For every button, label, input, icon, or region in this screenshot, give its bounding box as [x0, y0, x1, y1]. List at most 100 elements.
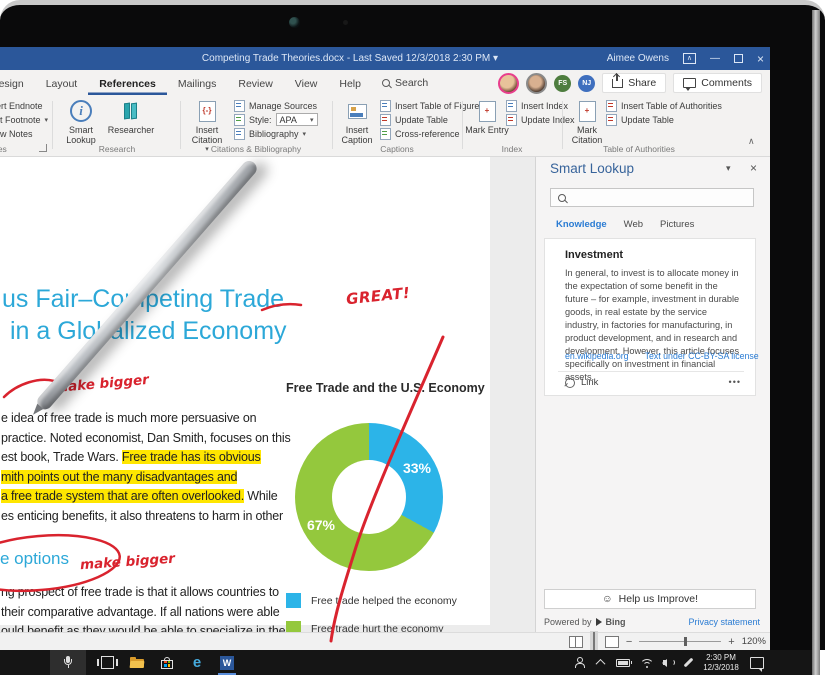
edge-button[interactable]: e [184, 650, 210, 675]
document-text-line: es enticing benefits, it also threatens … [1, 507, 291, 527]
group-separator [462, 101, 463, 149]
ribbon: Insert Endnote Next Footnote▾ Show Notes… [0, 96, 770, 157]
researcher-button[interactable]: Researcher [108, 98, 154, 135]
word-icon: W [220, 656, 234, 670]
insert-endnote-button[interactable]: Insert Endnote [0, 100, 48, 111]
pane-search-box[interactable] [550, 188, 754, 207]
license-link[interactable]: Text under CC-BY-SA license [645, 351, 759, 361]
minimize-button[interactable]: — [710, 53, 720, 64]
tab-mailings[interactable]: Mailings [167, 72, 228, 95]
people-icon [573, 657, 585, 668]
tab-design[interactable]: Design [0, 72, 35, 95]
avatar[interactable] [498, 73, 519, 94]
update-table-icon [380, 114, 391, 126]
microsoft-store-button[interactable] [154, 650, 180, 675]
windows-taskbar: e W 2:30 PM12/3/2018 [0, 650, 812, 675]
zoom-slider-thumb[interactable] [684, 637, 687, 646]
document-title[interactable]: Competing Trade Theories.docx - Last Sav… [140, 53, 560, 64]
web-layout-icon[interactable] [605, 636, 619, 648]
heading-line-2: in a Globalized Economy [10, 315, 287, 347]
slice-value-label: 67% [307, 517, 335, 533]
link-icon [563, 375, 577, 389]
help-us-improve-button[interactable]: ☺Help us Improve! [544, 589, 756, 609]
donut-hole [332, 460, 406, 534]
pane-dropdown-icon[interactable]: ▾ [726, 163, 731, 174]
avatar[interactable] [526, 73, 547, 94]
webcam [289, 17, 300, 28]
battery-icon [616, 659, 630, 667]
close-button[interactable]: × [757, 52, 764, 66]
avatar[interactable]: NJ [578, 75, 595, 92]
user-name[interactable]: Aimee Owens [607, 53, 669, 64]
footnotes-dialog-launcher[interactable] [39, 144, 47, 152]
tab-web[interactable]: Web [624, 219, 643, 230]
zoom-level[interactable]: 120% [742, 636, 766, 647]
pane-search-input[interactable] [571, 191, 735, 204]
pane-close-icon[interactable]: × [750, 161, 757, 175]
tab-pictures[interactable]: Pictures [660, 219, 694, 230]
print-layout-button[interactable] [590, 631, 598, 651]
people-button[interactable] [566, 650, 592, 675]
paragraph-2: ng prospect of free trade is that it all… [1, 583, 285, 632]
bibliography-button[interactable]: Bibliography▾ [234, 128, 318, 139]
mark-entry-button[interactable]: +Mark Entry [464, 98, 510, 135]
bibliography-icon [234, 128, 245, 140]
mark-citation-icon: + [579, 101, 596, 122]
more-options-icon[interactable]: ••• [729, 377, 741, 387]
collapse-ribbon-icon[interactable]: ∧ [748, 136, 755, 147]
next-footnote-button[interactable]: Next Footnote▾ [0, 114, 48, 125]
tab-help[interactable]: Help [328, 72, 372, 95]
manage-sources-button[interactable]: Manage Sources [234, 100, 318, 111]
show-hidden-icons-button[interactable] [590, 650, 610, 675]
tab-view[interactable]: View [284, 72, 329, 95]
word-window: Competing Trade Theories.docx - Last Sav… [0, 47, 770, 650]
word-taskbar-button[interactable]: W [214, 650, 240, 675]
avatar[interactable]: FS [554, 75, 571, 92]
task-view-button[interactable] [94, 650, 120, 675]
taskbar-clock[interactable]: 2:30 PM12/3/2018 [698, 653, 744, 672]
link-action[interactable]: Link [565, 377, 598, 388]
device-top-bezel [0, 0, 825, 47]
researcher-icon [123, 103, 139, 119]
style-dropdown[interactable]: APA▾ [276, 113, 318, 126]
group-separator [180, 101, 181, 149]
show-notes-button[interactable]: Show Notes [0, 128, 48, 139]
file-explorer-button[interactable] [124, 650, 150, 675]
tab-knowledge[interactable]: Knowledge [556, 219, 607, 230]
ribbon-display-options-icon[interactable]: ∧ [683, 53, 696, 64]
comments-icon [683, 78, 696, 88]
battery-button[interactable] [610, 650, 636, 675]
restore-button[interactable] [734, 54, 743, 63]
share-button[interactable]: Share [602, 73, 666, 93]
microphone-button[interactable] [50, 650, 86, 675]
source-link[interactable]: en.wikipedia.org [565, 351, 629, 361]
citations-group-label: Citations & Bibliography [182, 144, 330, 154]
file-explorer-icon [130, 657, 144, 668]
volume-icon [663, 659, 675, 667]
saved-status-dropdown-icon[interactable]: ▾ [493, 53, 498, 64]
tab-references[interactable]: References [88, 72, 167, 95]
legend-label: Free trade hurt the economy [311, 623, 444, 633]
legend-item: Free trade hurt the economy [286, 621, 444, 632]
insert-caption-button[interactable]: Insert Caption [334, 98, 380, 145]
update-table-authorities-button[interactable]: Update Table [606, 114, 722, 125]
insert-table-of-authorities-button[interactable]: Insert Table of Authorities [606, 100, 722, 111]
zoom-out-button[interactable]: − [626, 637, 632, 647]
zoom-in-button[interactable]: + [728, 637, 734, 647]
tab-layout[interactable]: Layout [35, 72, 89, 95]
tab-review[interactable]: Review [227, 72, 283, 95]
surface-device: Competing Trade Theories.docx - Last Sav… [0, 0, 825, 675]
tell-me-search[interactable]: Search [382, 77, 428, 89]
read-mode-icon[interactable] [569, 636, 583, 648]
action-center-button[interactable] [744, 650, 770, 675]
card-body-text: In general, to invest is to allocate mon… [565, 267, 741, 384]
zoom-slider[interactable] [639, 641, 721, 642]
pen-settings-button[interactable] [678, 650, 698, 675]
mark-citation-button[interactable]: +Mark Citation [564, 98, 610, 145]
comments-button[interactable]: Comments [673, 73, 762, 93]
powered-by-bing: Powered byBing [544, 617, 626, 627]
privacy-statement-link[interactable]: Privacy statement [688, 617, 760, 627]
style-selector: Style:APA▾ [234, 114, 318, 125]
group-separator [332, 101, 333, 149]
smart-lookup-button[interactable]: iSmart Lookup [58, 98, 104, 145]
